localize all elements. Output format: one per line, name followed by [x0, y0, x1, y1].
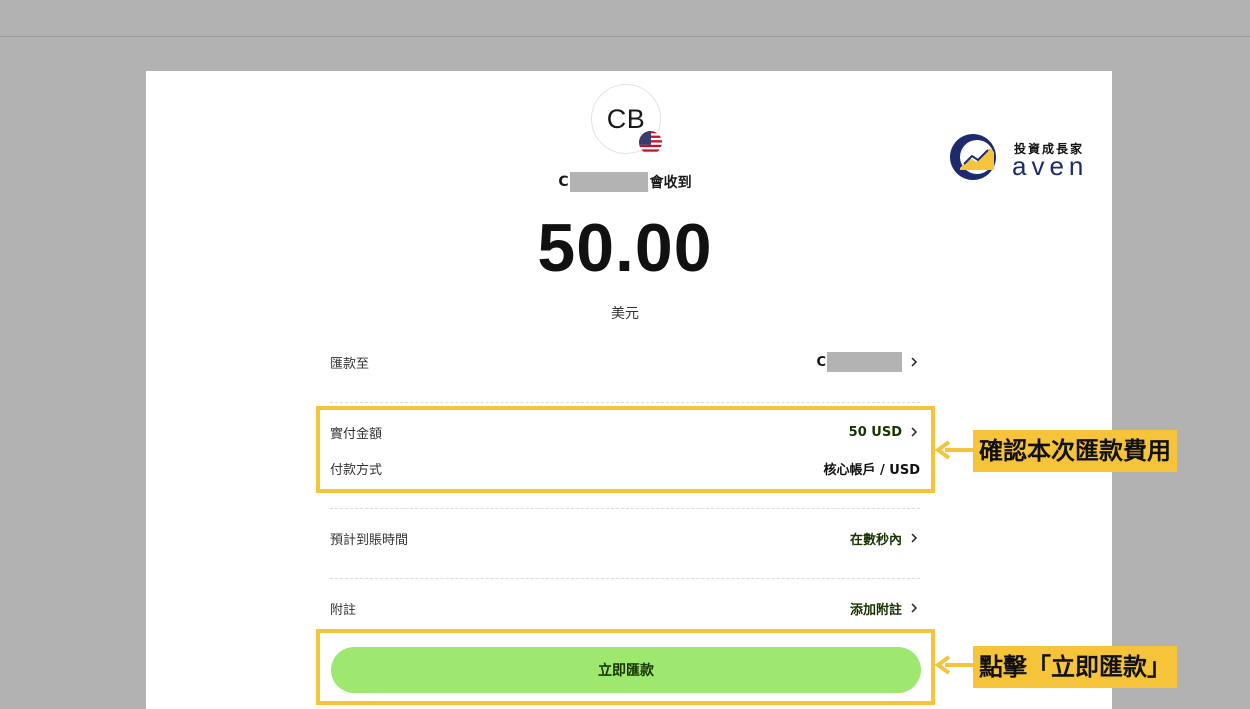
browser-top-bar	[0, 0, 1250, 37]
click-callout: 點擊「立即匯款」	[973, 646, 1177, 688]
arrow-left-icon	[935, 440, 975, 460]
transfer-amount: 50.00	[537, 210, 713, 286]
section-divider	[330, 402, 920, 403]
note-label: 附註	[330, 602, 357, 618]
transfer-to-value: C	[816, 352, 920, 372]
fees-callout: 確認本次匯款費用	[973, 430, 1177, 472]
recipient-initials: CB	[606, 103, 646, 134]
arrow-left-icon	[935, 655, 975, 675]
chevron-right-icon[interactable]	[908, 356, 920, 368]
redacted-account-name	[827, 352, 902, 372]
section-divider	[330, 578, 920, 579]
eta-value: 在數秒內	[849, 532, 902, 548]
us-flag-icon	[638, 130, 663, 155]
fees-highlight-box	[316, 406, 935, 493]
eta-row[interactable]: 預計到賬時間 在數秒內	[330, 528, 920, 548]
add-note-link[interactable]: 添加附註	[850, 599, 920, 618]
logo-english-text: aven	[1012, 151, 1089, 181]
button-highlight-box	[316, 629, 935, 705]
currency-label: 美元	[611, 306, 639, 322]
add-note-text: 添加附註	[849, 602, 902, 618]
transfer-to-row[interactable]: 匯款至 C	[330, 352, 920, 372]
section-divider	[330, 508, 920, 509]
chevron-right-icon[interactable]	[908, 532, 920, 544]
recipient-name-prefix: C	[558, 174, 569, 190]
receives-label: 會收到	[649, 175, 692, 191]
chevron-right-icon[interactable]	[908, 602, 920, 614]
transfer-to-label: 匯款至	[330, 356, 370, 372]
eta-value-wrap: 在數秒內	[850, 529, 920, 548]
eta-label: 預計到賬時間	[330, 532, 409, 548]
note-row[interactable]: 附註 添加附註	[330, 598, 920, 618]
redacted-recipient-name	[569, 172, 648, 192]
transfer-to-value-prefix: C	[816, 354, 826, 370]
